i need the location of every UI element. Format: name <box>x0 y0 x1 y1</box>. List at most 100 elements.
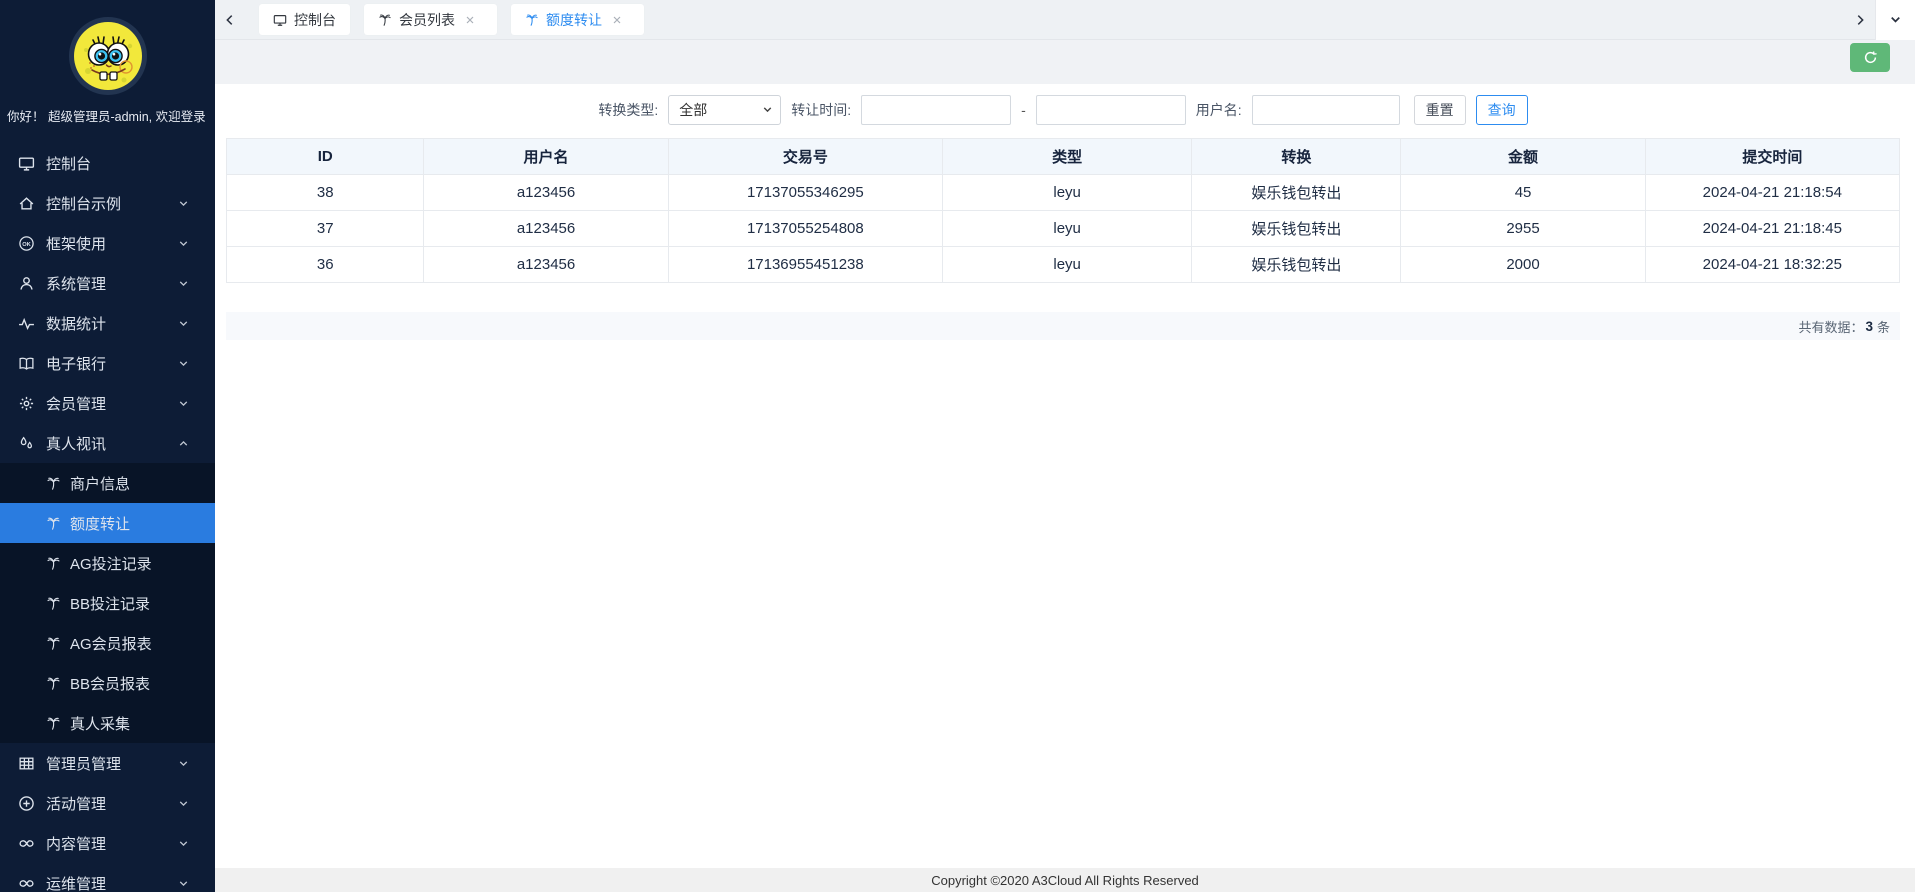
sidebar-item-ebank[interactable]: 电子银行 <box>0 343 215 383</box>
sidebar-item-console[interactable]: 控制台 <box>0 143 215 183</box>
chevron-down-icon <box>177 357 190 370</box>
time-from-input[interactable] <box>861 95 1011 125</box>
col-header-submit-time: 提交时间 <box>1645 139 1899 175</box>
submenu-item-ag-member-report[interactable]: AG会员报表 <box>0 623 215 663</box>
table-row: 37 a123456 17137055254808 leyu 娱乐钱包转出 29… <box>227 211 1900 247</box>
chevron-down-icon <box>177 877 190 890</box>
time-filter-label: 转让时间: <box>791 100 851 120</box>
cell-type: leyu <box>943 175 1192 211</box>
cell-type: leyu <box>943 247 1192 283</box>
submenu-item-bb-member-report[interactable]: BB会员报表 <box>0 663 215 703</box>
tabs-scroll-right-button[interactable] <box>1845 0 1875 40</box>
chevron-down-icon <box>177 757 190 770</box>
cell-transfer: 娱乐钱包转出 <box>1192 247 1401 283</box>
submenu-item-live-collect[interactable]: 真人采集 <box>0 703 215 743</box>
svg-text:OK: OK <box>22 241 31 247</box>
sidebar-item-members[interactable]: 会员管理 <box>0 383 215 423</box>
footer: Copyright ©2020 A3Cloud All Rights Reser… <box>215 868 1915 892</box>
cell-submit-time: 2024-04-21 18:32:25 <box>1645 247 1899 283</box>
sidebar-nav: 控制台 控制台示例 OK 框架使用 系统管理 数据统计 <box>0 143 215 892</box>
time-range-separator: - <box>1021 102 1026 118</box>
cell-transaction: 17137055254808 <box>668 211 942 247</box>
toolbar-band <box>215 40 1915 84</box>
chevron-down-icon <box>177 317 190 330</box>
tab-console[interactable]: 控制台 <box>259 4 350 35</box>
username-input[interactable] <box>1252 95 1400 125</box>
welcome-text: 你好！ 超级管理员-admin, 欢迎登录 <box>0 96 215 125</box>
submenu-item-label: BB投注记录 <box>70 593 150 614</box>
gear-icon <box>18 395 35 412</box>
sidebar-item-admin-mgmt[interactable]: 管理员管理 <box>0 743 215 783</box>
chevron-down-icon <box>177 277 190 290</box>
submenu-item-label: 额度转让 <box>70 513 130 534</box>
submenu-item-bb-bet-records[interactable]: BB投注记录 <box>0 583 215 623</box>
sidebar-item-label: 电子银行 <box>46 353 177 374</box>
sidebar-item-label: 真人视讯 <box>46 433 177 454</box>
sidebar-item-label: 系统管理 <box>46 273 177 294</box>
submenu-item-quota-transfer[interactable]: 额度转让 <box>0 503 215 543</box>
col-header-transfer: 转换 <box>1192 139 1401 175</box>
cell-type: leyu <box>943 211 1192 247</box>
close-icon[interactable] <box>464 14 476 26</box>
sidebar-item-framework[interactable]: OK 框架使用 <box>0 223 215 263</box>
ok-circle-icon: OK <box>18 235 35 252</box>
cell-transfer: 娱乐钱包转出 <box>1192 211 1401 247</box>
book-icon <box>18 355 35 372</box>
chevron-down-icon <box>177 397 190 410</box>
palm-icon <box>525 13 539 27</box>
sidebar-item-label: 控制台示例 <box>46 193 177 214</box>
tab-label: 额度转让 <box>546 10 602 30</box>
sidebar-item-content-mgmt[interactable]: 内容管理 <box>0 823 215 863</box>
submenu-item-label: 真人采集 <box>70 713 130 734</box>
palm-icon <box>46 556 61 571</box>
grid-icon <box>18 755 35 772</box>
sidebar: 你好！ 超级管理员-admin, 欢迎登录 控制台 控制台示例 OK 框架使用 … <box>0 0 215 892</box>
username-filter-label: 用户名: <box>1196 100 1242 120</box>
type-filter-label: 转换类型: <box>598 100 658 120</box>
cell-submit-time: 2024-04-21 21:18:45 <box>1645 211 1899 247</box>
tab-bar: 控制台 会员列表 额度转让 <box>215 0 1915 40</box>
palm-icon <box>46 596 61 611</box>
sidebar-item-system[interactable]: 系统管理 <box>0 263 215 303</box>
tabs-menu-button[interactable] <box>1875 0 1915 40</box>
col-header-amount: 金额 <box>1401 139 1645 175</box>
table-row: 38 a123456 17137055346295 leyu 娱乐钱包转出 45… <box>227 175 1900 211</box>
cell-transaction: 17136955451238 <box>668 247 942 283</box>
col-header-username: 用户名 <box>424 139 668 175</box>
record-count-unit: 条 <box>1877 317 1890 336</box>
sidebar-item-live-video[interactable]: 真人视讯 <box>0 423 215 463</box>
reset-button[interactable]: 重置 <box>1414 95 1466 125</box>
sidebar-item-ops-mgmt[interactable]: 运维管理 <box>0 863 215 892</box>
close-icon[interactable] <box>611 14 623 26</box>
app-window: 你好！ 超级管理员-admin, 欢迎登录 控制台 控制台示例 OK 框架使用 … <box>0 0 1915 892</box>
col-header-transaction: 交易号 <box>668 139 942 175</box>
submenu-item-label: 商户信息 <box>70 473 130 494</box>
cell-amount: 45 <box>1401 175 1645 211</box>
chevron-up-icon <box>177 437 190 450</box>
sidebar-item-console-demo[interactable]: 控制台示例 <box>0 183 215 223</box>
refresh-button[interactable] <box>1850 43 1890 72</box>
cell-id: 37 <box>227 211 424 247</box>
tabs-scroll-left-button[interactable] <box>215 0 245 40</box>
chevron-down-icon <box>177 797 190 810</box>
tab-quota-transfer[interactable]: 额度转让 <box>511 4 644 35</box>
palm-icon <box>46 716 61 731</box>
type-select[interactable]: 全部 <box>668 95 781 125</box>
sidebar-item-statistics[interactable]: 数据统计 <box>0 303 215 343</box>
record-count-value: 3 <box>1865 319 1873 334</box>
submenu-item-ag-bet-records[interactable]: AG投注记录 <box>0 543 215 583</box>
time-to-input[interactable] <box>1036 95 1186 125</box>
submenu-item-label: BB会员报表 <box>70 673 150 694</box>
col-header-type: 类型 <box>943 139 1192 175</box>
search-button[interactable]: 查询 <box>1476 95 1528 125</box>
cell-id: 36 <box>227 247 424 283</box>
sidebar-item-label: 活动管理 <box>46 793 177 814</box>
sidebar-item-activity-mgmt[interactable]: 活动管理 <box>0 783 215 823</box>
sidebar-item-label: 控制台 <box>46 153 201 174</box>
palm-icon <box>378 13 392 27</box>
tab-member-list[interactable]: 会员列表 <box>364 4 497 35</box>
submenu-item-merchant-info[interactable]: 商户信息 <box>0 463 215 503</box>
submenu-item-label: AG投注记录 <box>70 553 152 574</box>
type-select-wrap: 全部 <box>668 95 781 125</box>
tab-label: 会员列表 <box>399 10 455 30</box>
